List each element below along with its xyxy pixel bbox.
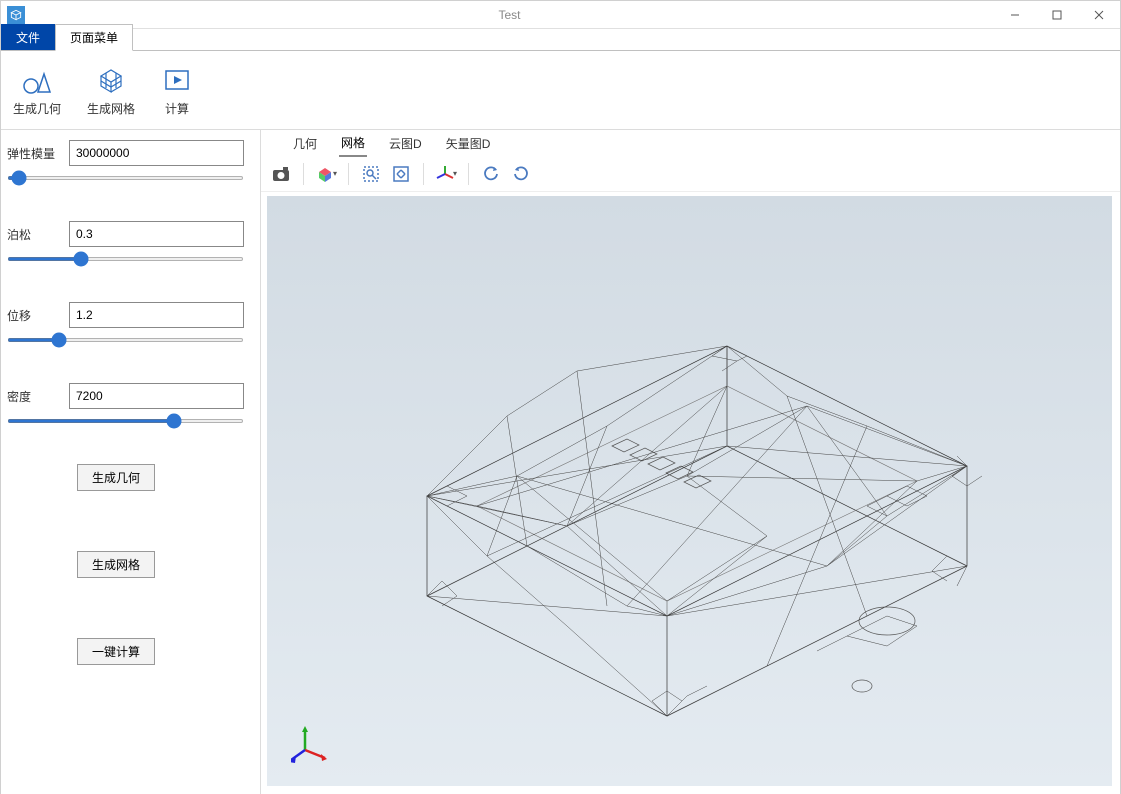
- gen-mesh-button[interactable]: 生成网格: [77, 551, 155, 578]
- play-icon: [161, 64, 193, 96]
- rotate-cw-icon: [511, 164, 531, 184]
- view-tab-mesh[interactable]: 网格: [339, 130, 367, 157]
- mesh-cube-icon: [95, 64, 127, 96]
- elastic-modulus-slider[interactable]: [7, 176, 244, 180]
- zoom-window-button[interactable]: [357, 160, 385, 188]
- density-slider[interactable]: [7, 419, 244, 423]
- cube-colored-icon: [315, 164, 335, 184]
- density-input[interactable]: [69, 383, 244, 409]
- displacement-input[interactable]: [69, 302, 244, 328]
- window-title: Test: [25, 8, 994, 22]
- axis-gizmo: [291, 724, 331, 764]
- poisson-slider[interactable]: [7, 257, 244, 261]
- zoom-fit-button[interactable]: [387, 160, 415, 188]
- snapshot-button[interactable]: [267, 160, 295, 188]
- rotate-cw-button[interactable]: [507, 160, 535, 188]
- ribbon-gen-geom[interactable]: 生成几何: [9, 62, 65, 119]
- displacement-slider[interactable]: [7, 338, 244, 342]
- ribbon-compute-label: 计算: [165, 100, 189, 117]
- view-area: 几何 网格 云图D 矢量图D ▾ ▾: [261, 130, 1120, 794]
- rotate-ccw-icon: [481, 164, 501, 184]
- param-poisson-label: 泊松: [7, 226, 63, 243]
- param-elastic-modulus: 弹性模量: [7, 140, 244, 183]
- camera-icon: [271, 165, 291, 183]
- view-toolbar: ▾ ▾: [261, 156, 1120, 192]
- view-tabs: 几何 网格 云图D 矢量图D: [261, 130, 1120, 156]
- ribbon-gen-mesh-label: 生成网格: [87, 100, 135, 117]
- zoom-fit-icon: [391, 164, 411, 184]
- param-density-label: 密度: [7, 388, 63, 405]
- view-tab-contour[interactable]: 云图D: [387, 131, 424, 156]
- app-icon: [7, 6, 25, 24]
- ribbon-gen-mesh[interactable]: 生成网格: [83, 62, 139, 119]
- axes-icon: [435, 164, 455, 184]
- ribbon-body: 生成几何 生成网格 计算: [1, 50, 1120, 130]
- sphere-cone-icon: [21, 64, 53, 96]
- param-displacement-label: 位移: [7, 307, 63, 324]
- tab-file[interactable]: 文件: [1, 24, 55, 51]
- ribbon-tabs: 文件 页面菜单: [1, 29, 1120, 51]
- perspective-button[interactable]: ▾: [312, 160, 340, 188]
- parameter-panel: 弹性模量 泊松 位移 密度 生成几何: [1, 130, 261, 794]
- zoom-window-icon: [361, 164, 381, 184]
- ribbon-compute[interactable]: 计算: [157, 62, 197, 119]
- tab-page-menu[interactable]: 页面菜单: [55, 24, 133, 51]
- one-click-compute-button[interactable]: 一键计算: [77, 638, 155, 665]
- title-bar: Test: [1, 1, 1120, 29]
- param-poisson: 泊松: [7, 221, 244, 264]
- gen-geom-button[interactable]: 生成几何: [77, 464, 155, 491]
- maximize-button[interactable]: [1036, 1, 1078, 29]
- rotate-ccw-button[interactable]: [477, 160, 505, 188]
- view-tab-vector[interactable]: 矢量图D: [444, 131, 493, 156]
- param-displacement: 位移: [7, 302, 244, 345]
- view-tab-geometry[interactable]: 几何: [291, 131, 319, 156]
- close-button[interactable]: [1078, 1, 1120, 29]
- poisson-input[interactable]: [69, 221, 244, 247]
- minimize-button[interactable]: [994, 1, 1036, 29]
- viewport-3d[interactable]: [267, 196, 1112, 786]
- param-elastic-modulus-label: 弹性模量: [7, 145, 63, 162]
- main-content: 弹性模量 泊松 位移 密度 生成几何: [1, 130, 1120, 794]
- window-controls: [994, 1, 1120, 29]
- mesh-wireframe: [267, 196, 1107, 776]
- ribbon-gen-geom-label: 生成几何: [13, 100, 61, 117]
- axes-button[interactable]: ▾: [432, 160, 460, 188]
- param-density: 密度: [7, 383, 244, 426]
- elastic-modulus-input[interactable]: [69, 140, 244, 166]
